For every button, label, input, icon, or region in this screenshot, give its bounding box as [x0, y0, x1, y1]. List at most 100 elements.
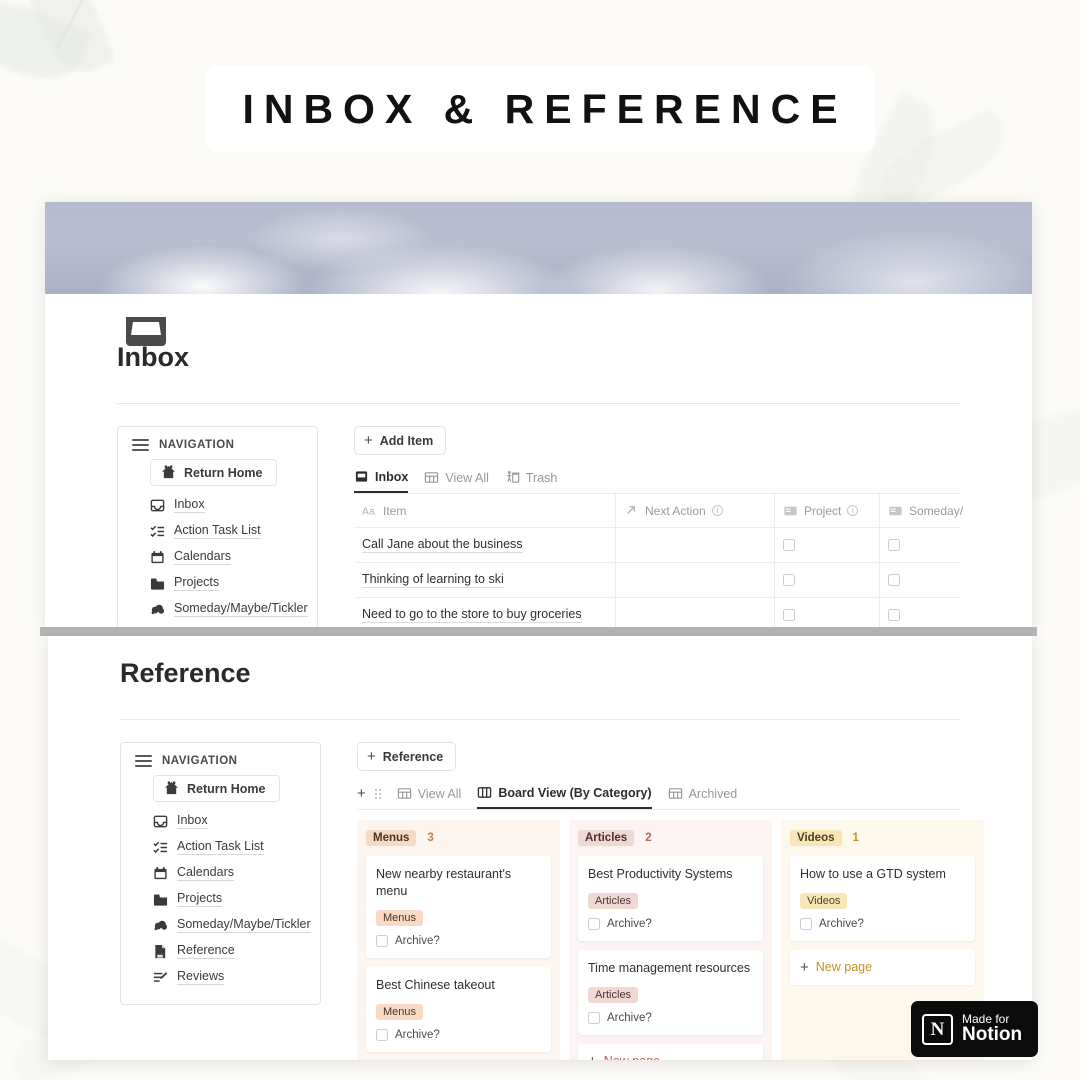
- sidebar-item-someday-maybe-tickler[interactable]: Someday/Maybe/Tickler: [132, 596, 308, 622]
- project-checkbox[interactable]: [783, 574, 795, 586]
- sidebar-item-label: Action Task List: [174, 523, 261, 539]
- board-card[interactable]: Best Chinese takeout Menus Archive?: [366, 966, 551, 1052]
- sidebar-item-calendars[interactable]: Calendars: [135, 860, 306, 886]
- board-card[interactable]: Best Productivity Systems Articles Archi…: [578, 856, 763, 941]
- board-column-header: Videos 1: [790, 830, 975, 846]
- sidebar-item-label: Someday/Maybe/Tickler: [174, 601, 308, 617]
- tab-board-view[interactable]: Board View (By Category): [477, 785, 652, 809]
- column-tag[interactable]: Articles: [578, 830, 635, 846]
- add-view-icon[interactable]: +: [357, 786, 366, 801]
- column-tag[interactable]: Videos: [790, 830, 842, 846]
- inbox-page-title: Inbox: [117, 342, 189, 372]
- column-count: 2: [645, 832, 652, 844]
- table-row[interactable]: Call Jane about the business: [354, 528, 960, 563]
- sidebar-item-inbox[interactable]: Inbox: [132, 492, 303, 518]
- sidebar-item-projects[interactable]: Projects: [132, 570, 303, 596]
- someday-checkbox[interactable]: [888, 574, 900, 586]
- inbox-table: Aa Item Next Action i Project i Someday/…: [354, 494, 963, 627]
- sidebar-item-someday-maybe-tickler[interactable]: Someday/Maybe/Tickler: [135, 912, 311, 938]
- archive-checkbox[interactable]: [800, 917, 812, 930]
- cell-next-action[interactable]: [616, 563, 775, 597]
- archive-checkbox[interactable]: [376, 1028, 388, 1041]
- sidebar-item-calendars[interactable]: Calendars: [132, 544, 303, 570]
- info-icon[interactable]: i: [711, 505, 723, 516]
- sidebar-item-reference[interactable]: Reference: [135, 938, 306, 964]
- return-home-button[interactable]: Return Home: [150, 459, 278, 486]
- new-page-button[interactable]: + New page: [790, 949, 975, 985]
- info-icon[interactable]: i: [847, 505, 859, 516]
- tab-trash[interactable]: Trash: [505, 470, 558, 492]
- cell-project[interactable]: [775, 598, 880, 627]
- project-checkbox[interactable]: [783, 539, 795, 551]
- archive-row[interactable]: Archive?: [376, 934, 541, 947]
- cell-next-action[interactable]: [616, 528, 775, 562]
- notion-logo-letter: N: [930, 1018, 945, 1040]
- hamburger-icon[interactable]: [135, 755, 152, 767]
- sidebar-item-inbox[interactable]: Inbox: [135, 808, 306, 834]
- project-checkbox[interactable]: [783, 609, 795, 621]
- cell-project[interactable]: [775, 563, 880, 597]
- tab-inbox[interactable]: Inbox: [354, 469, 409, 493]
- sidebar-item-action-task-list[interactable]: Action Task List: [135, 834, 306, 860]
- archive-checkbox[interactable]: [588, 1011, 600, 1024]
- column-tag[interactable]: Menus: [366, 830, 417, 846]
- column-header-project[interactable]: Project i: [775, 494, 880, 527]
- archive-label: Archive?: [607, 917, 652, 930]
- someday-checkbox[interactable]: [888, 609, 900, 621]
- archive-row[interactable]: Archive?: [376, 1028, 541, 1041]
- document-icon: [155, 944, 166, 958]
- add-item-button[interactable]: + Add Item: [354, 426, 447, 455]
- board-column-header: Articles 2: [578, 830, 763, 846]
- card-tag: Articles: [588, 892, 639, 909]
- sidebar-item-action-task-list[interactable]: Action Task List: [132, 518, 303, 544]
- archive-checkbox[interactable]: [376, 934, 388, 947]
- home-icon: [161, 465, 176, 479]
- cell-someday[interactable]: [880, 563, 985, 597]
- drag-handle-icon[interactable]: [374, 788, 381, 799]
- relation-icon: [889, 506, 902, 516]
- return-home-label: Return Home: [184, 465, 263, 480]
- board-card[interactable]: New nearby restaurant's menu Menus Archi…: [366, 856, 551, 958]
- archive-row[interactable]: Archive?: [800, 917, 965, 930]
- hamburger-icon[interactable]: [132, 439, 149, 451]
- table-row[interactable]: Need to go to the store to buy groceries: [354, 598, 960, 627]
- new-page-button[interactable]: + New page: [578, 1043, 763, 1060]
- sidebar-item-reviews[interactable]: Reviews: [135, 964, 306, 990]
- cell-item[interactable]: Thinking of learning to ski: [354, 563, 616, 597]
- table-row[interactable]: Thinking of learning to ski: [354, 563, 960, 598]
- sidebar-item-projects[interactable]: Projects: [135, 886, 306, 912]
- calendar-icon: [151, 550, 164, 563]
- board-card[interactable]: Time management resources Articles Archi…: [578, 949, 763, 1035]
- cell-next-action[interactable]: [616, 598, 775, 627]
- plus-icon: +: [588, 1054, 597, 1060]
- cell-someday[interactable]: [880, 598, 985, 627]
- archive-label: Archive?: [607, 1011, 652, 1024]
- tab-view-all[interactable]: View All: [424, 470, 489, 492]
- tab-label: Trash: [525, 470, 558, 485]
- archive-row[interactable]: Archive?: [588, 917, 753, 930]
- board-card[interactable]: How to use a GTD system Videos Archive?: [790, 856, 975, 941]
- plus-icon: +: [800, 958, 809, 976]
- column-header-next-action[interactable]: Next Action i: [616, 494, 775, 527]
- cell-someday[interactable]: [880, 528, 985, 562]
- cell-item[interactable]: Need to go to the store to buy groceries: [354, 598, 616, 627]
- column-header-someday[interactable]: Someday/: [880, 494, 985, 527]
- archive-row[interactable]: Archive?: [588, 1011, 753, 1024]
- tab-view-all[interactable]: View All: [397, 786, 461, 808]
- sidebar-item-label: Inbox: [177, 813, 208, 829]
- column-header-item[interactable]: Aa Item: [354, 494, 616, 527]
- calendar-icon: [154, 866, 167, 879]
- navigation-header: NAVIGATION: [135, 755, 306, 767]
- sidebar-item-label: Projects: [174, 575, 220, 591]
- archive-checkbox[interactable]: [588, 917, 600, 930]
- cell-item[interactable]: Call Jane about the business: [354, 528, 616, 562]
- someday-checkbox[interactable]: [888, 539, 900, 551]
- sidebar-item-label: Calendars: [174, 549, 231, 565]
- checklist-icon: [150, 525, 165, 537]
- cell-project[interactable]: [775, 528, 880, 562]
- review-icon: [153, 971, 168, 982]
- inbox-tray-icon: [123, 314, 169, 354]
- add-reference-button[interactable]: + Reference: [357, 742, 457, 771]
- return-home-button[interactable]: Return Home: [153, 775, 281, 802]
- tab-archived[interactable]: Archived: [668, 786, 737, 808]
